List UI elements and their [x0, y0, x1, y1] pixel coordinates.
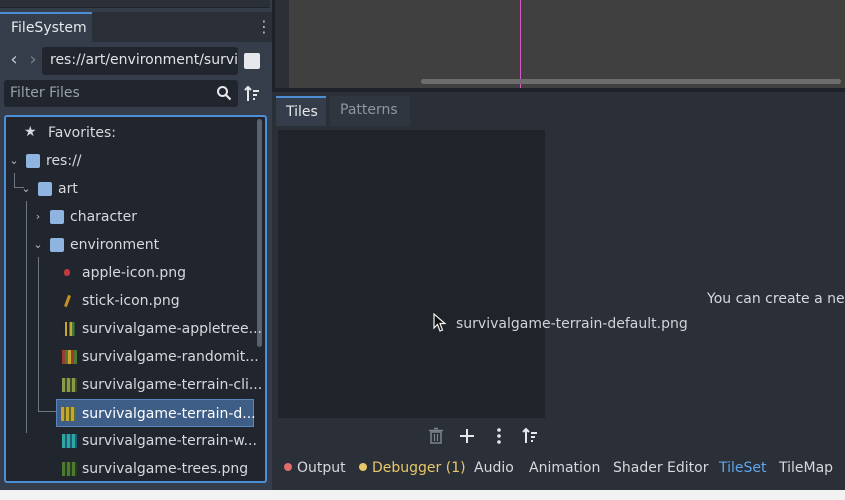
tree-item-root[interactable]: ⌄ res:// [6, 147, 256, 175]
trash-icon[interactable] [428, 427, 444, 445]
stick-icon [64, 294, 71, 308]
tree-item-character[interactable]: › character [6, 203, 256, 231]
tree-item-file[interactable]: survivalgame-terrain-w... [6, 427, 257, 455]
tree-item-art[interactable]: ⌄ art [6, 175, 256, 203]
animation-button[interactable]: Animation [529, 460, 600, 476]
tree-item-favorites[interactable]: ★ Favorites: [6, 119, 256, 147]
tree-item-file[interactable]: apple-icon.png [6, 259, 256, 287]
tree-scrollbar[interactable] [257, 119, 262, 347]
apple-icon [64, 269, 70, 276]
dock-top-strip [0, 0, 270, 8]
sort-icon[interactable] [244, 85, 260, 103]
search-icon [217, 86, 232, 101]
debugger-label: Debugger (1) [372, 460, 466, 476]
chevron-down-icon[interactable]: ⌄ [8, 147, 20, 175]
drag-preview-label: survivalgame-terrain-default.png [456, 316, 688, 332]
debugger-status-dot [359, 463, 367, 471]
tree-item-environment[interactable]: ⌄ environment [6, 231, 256, 259]
tree-guide [38, 411, 56, 412]
filter-row: Filter Files [0, 80, 272, 108]
window-bottom-edge [0, 490, 845, 500]
tileset-hint-text: You can create a new [707, 291, 845, 307]
tree-label: survivalgame-terrain-cli... [82, 377, 263, 393]
trees-thumbnail-icon [62, 462, 77, 476]
axis-guide-line [520, 0, 521, 88]
tree-label: art [58, 181, 78, 197]
tab-filesystem[interactable]: FileSystem [0, 12, 92, 42]
output-button[interactable]: Output [284, 460, 346, 476]
shader-editor-button[interactable]: Shader Editor [613, 460, 708, 476]
tree-label: survivalgame-trees.png [82, 461, 249, 477]
tree-label: Favorites: [48, 125, 116, 141]
tree-label: environment [70, 237, 160, 253]
folder-icon [26, 154, 40, 168]
tree-label: survivalgame-terrain-w... [82, 433, 257, 449]
chevron-right-icon[interactable]: › [32, 203, 44, 231]
tilemap-button[interactable]: TileMap [779, 460, 833, 476]
output-label: Output [297, 460, 346, 476]
tree-item-file[interactable]: survivalgame-terrain-cli... [6, 371, 262, 399]
path-input[interactable]: res://art/environment/survi [42, 47, 238, 75]
randomitems-thumbnail-icon [62, 350, 77, 364]
sort-icon[interactable] [522, 427, 538, 445]
folder-icon [38, 182, 52, 196]
folder-icon [50, 238, 64, 252]
output-status-dot [284, 463, 292, 471]
tiles-source-list[interactable] [278, 130, 545, 418]
folder-icon [50, 210, 64, 224]
debugger-button[interactable]: Debugger (1) [359, 460, 466, 476]
dock-menu-icon[interactable]: ⋮ [256, 18, 272, 36]
drag-cursor-icon [433, 313, 447, 332]
bottom-panel-bar: Output Debugger (1) Audio Animation Shad… [275, 456, 845, 484]
tree-item-file[interactable]: stick-icon.png [6, 287, 256, 315]
tree-label: apple-icon.png [82, 265, 187, 281]
tileset-button[interactable]: TileSet [719, 460, 767, 476]
path-row: ‹ › res://art/environment/survi [0, 44, 272, 78]
tab-patterns[interactable]: Patterns [330, 96, 410, 126]
audio-button[interactable]: Audio [474, 460, 514, 476]
terrain-water-thumbnail-icon [62, 434, 77, 448]
dock-tab-bar: FileSystem ⋮ [0, 12, 272, 42]
tree-label: res:// [46, 153, 82, 169]
tree-item-file[interactable]: survivalgame-randomit... [6, 343, 259, 371]
tab-tiles[interactable]: Tiles [276, 96, 326, 126]
chevron-down-icon[interactable]: ⌄ [20, 175, 32, 203]
toggle-layout-icon[interactable] [244, 53, 260, 69]
tree-item-file-selected[interactable]: survivalgame-terrain-d... [56, 399, 256, 427]
tree-label: survivalgame-terrain-d... [82, 406, 256, 422]
vertical-ruler [275, 0, 289, 88]
tree-label: stick-icon.png [82, 293, 180, 309]
terrain-cliff-thumbnail-icon [62, 378, 77, 392]
file-tree[interactable]: ★ Favorites: ⌄ res:// ⌄ art › character … [4, 115, 267, 483]
add-icon[interactable] [459, 427, 475, 445]
appletree-thumbnail-icon [62, 322, 76, 336]
star-icon: ★ [24, 124, 37, 140]
tree-label: character [70, 209, 138, 225]
editor-root: FileSystem ⋮ ‹ › res://art/environment/s… [0, 0, 845, 500]
forward-icon[interactable]: › [26, 50, 40, 70]
back-icon[interactable]: ‹ [7, 50, 21, 70]
tree-label: survivalgame-appletree... [82, 321, 262, 337]
tree-item-file[interactable]: survivalgame-appletree... [6, 315, 262, 343]
kebab-menu-icon[interactable] [491, 427, 507, 445]
chevron-down-icon[interactable]: ⌄ [32, 231, 44, 259]
terrain-default-thumbnail-icon [61, 407, 76, 421]
filter-files-input[interactable]: Filter Files [4, 80, 238, 107]
tree-label: survivalgame-randomit... [82, 349, 259, 365]
viewport-horizontal-scrollbar[interactable] [421, 79, 841, 84]
canvas-viewport[interactable] [275, 0, 845, 88]
tree-item-file[interactable]: survivalgame-trees.png [6, 455, 256, 481]
